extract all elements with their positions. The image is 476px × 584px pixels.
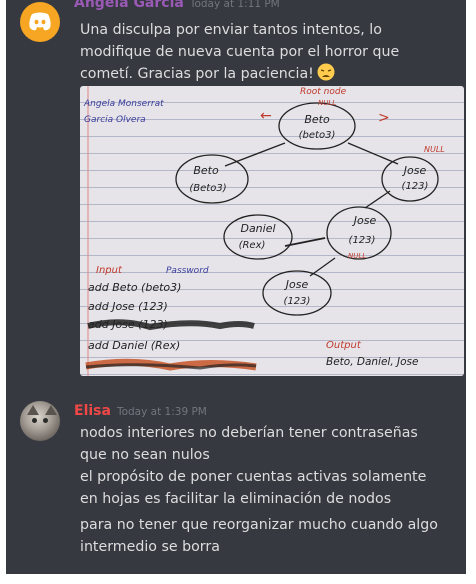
username[interactable]: Angela Garcia (74, 0, 184, 11)
root-note: Root node (300, 87, 347, 97)
password-header: Password (166, 266, 209, 276)
output-value: Beto, Daniel, Jose (326, 356, 418, 368)
message-line: Una disculpa por enviar tantos intentos,… (80, 22, 382, 38)
message-line: el propósito de poner cuentas activas so… (80, 469, 427, 485)
timestamp: Today at 1:39 PM (116, 406, 207, 418)
author-note: Garcia Olvera (84, 115, 146, 125)
input-line: add Jose (123) (88, 300, 168, 313)
message-body: para no tener que reorganizar mucho cuan… (80, 514, 438, 558)
node-pass: (Rex) (239, 240, 266, 251)
node-pass: (123) (349, 235, 376, 246)
message-line: en hojas es facilitar la eliminación de … (80, 491, 392, 507)
null-note: NULL (424, 145, 445, 154)
node-name: Beto (193, 164, 219, 177)
cat-eye (32, 418, 37, 423)
null-note: NULL (348, 252, 366, 260)
arrow-left: ← (260, 108, 272, 124)
image-attachment[interactable]: Beto (beto3) Beto (Beto3) Jose (123) Dan… (80, 86, 464, 376)
message-line: modifique de nueva cuenta por el horror … (80, 44, 400, 60)
message-body: el propósito de poner cuentas activas so… (80, 466, 426, 510)
node-pass: (123) (284, 296, 311, 307)
username[interactable]: Elisa (74, 403, 111, 419)
output-header: Output (326, 340, 362, 351)
node-name: Jose (352, 214, 377, 227)
node-name: Jose (284, 278, 309, 291)
weary-face-emoji (317, 63, 335, 81)
message-header: Elisa Today at 1:39 PM (74, 400, 207, 419)
timestamp: Today at 1:11 PM (189, 0, 280, 10)
message-line: nodos interiores no deberían tener contr… (80, 425, 418, 441)
message-line: para no tener que reorganizar mucho cuan… (80, 517, 438, 533)
avatar[interactable] (20, 401, 60, 441)
author-note: Angela Monserrat (83, 99, 164, 109)
input-line: add Beto (beto3) (88, 281, 181, 294)
message-body: Una disculpa por enviar tantos intentos,… (80, 19, 399, 85)
tree-node (278, 102, 356, 150)
cat-eye (43, 418, 48, 423)
handwritten-tree-diagram: Beto (beto3) Beto (Beto3) Jose (123) Dan… (83, 86, 445, 376)
node-name: Daniel (240, 222, 275, 235)
cat-ear (45, 405, 57, 415)
root-null: NULL (318, 99, 336, 107)
arrow-right: > (378, 110, 390, 126)
tree-node (175, 154, 249, 204)
chat-panel: Angela Garcia Today at 1:11 PM Una discul… (6, 0, 466, 574)
discord-logo-icon[interactable] (20, 2, 60, 42)
node-name: Jose (402, 164, 427, 177)
message-line: intermedio se borra (80, 539, 220, 555)
message-line-text: cometí. Gracias por la paciencia! (80, 66, 314, 82)
message-line: que no sean nulos (80, 447, 210, 463)
discord-controller-shape (29, 12, 51, 31)
node-name: Beto (304, 113, 330, 126)
message-header: Angela Garcia Today at 1:11 PM (74, 0, 280, 11)
message-line: cometí. Gracias por la paciencia! (80, 63, 399, 85)
cat-ear (27, 405, 39, 415)
input-header: Input (96, 265, 123, 276)
message-body: nodos interiores no deberían tener contr… (80, 422, 418, 466)
node-pass: (Beto3) (189, 183, 226, 194)
input-line: add Daniel (Rex) (88, 339, 180, 352)
node-pass: (beto3) (299, 130, 336, 141)
node-pass: (123) (402, 181, 429, 192)
